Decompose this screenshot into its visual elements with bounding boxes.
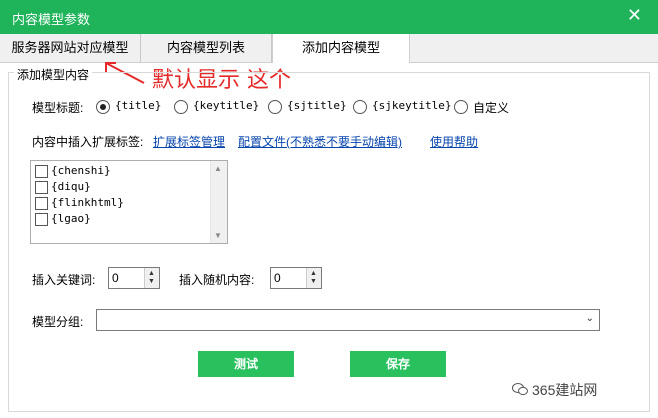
group-title: 添加模型内容	[14, 66, 93, 83]
keywords-label: 插入关键词:	[32, 273, 96, 287]
chevron-up-icon[interactable]: ▲	[148, 270, 155, 277]
save-button[interactable]: 保存	[350, 351, 446, 377]
test-button[interactable]: 测试	[198, 351, 294, 377]
model-group-label: 模型分组:	[32, 315, 84, 329]
keywords-value: 0	[112, 271, 119, 285]
chevron-up-icon[interactable]: ▲	[310, 270, 317, 277]
random-content-label: 插入随机内容:	[179, 273, 255, 287]
chevron-down-icon[interactable]: ▼	[310, 278, 317, 285]
random-content-value: 0	[274, 271, 281, 285]
watermark-text: 365建站网	[532, 382, 598, 398]
scroll-up-icon[interactable]: ▲	[214, 164, 222, 173]
window-title: 内容模型参数	[12, 12, 91, 27]
tag-listbox[interactable]: {chenshi} {diqu} {flinkhtml} {lgao} ▲ ▼	[30, 160, 228, 244]
random-content-stepper-buttons[interactable]: ▲ ▼	[306, 268, 321, 288]
tag-manage-link[interactable]: 扩展标签管理	[153, 133, 225, 150]
checkbox[interactable]	[35, 165, 48, 178]
config-file-link[interactable]: 配置文件(不熟悉不要手动编辑)	[238, 133, 402, 150]
radio-custom[interactable]	[454, 100, 468, 114]
radio-keytitle-label: {keytitle}	[193, 99, 260, 112]
chevron-down-icon[interactable]: ⌄	[586, 313, 594, 324]
tab-add-content-model[interactable]: 添加内容模型	[272, 34, 410, 63]
radio-title[interactable]	[96, 100, 110, 114]
checkbox[interactable]	[35, 181, 48, 194]
random-content-stepper[interactable]: 0 ▲ ▼	[270, 267, 322, 289]
chevron-down-icon[interactable]: ▼	[148, 278, 155, 285]
radio-sjkeytitle-label: {sjkeytitle}	[372, 99, 452, 112]
keywords-stepper-buttons[interactable]: ▲ ▼	[144, 268, 159, 288]
vertical-scrollbar[interactable]: ▲ ▼	[210, 161, 227, 243]
keywords-stepper[interactable]: 0 ▲ ▼	[108, 267, 160, 289]
radio-sjtitle[interactable]	[268, 100, 282, 114]
wechat-icon	[512, 383, 528, 396]
insert-tags-label: 内容中插入扩展标签:	[32, 135, 144, 149]
model-title-label: 模型标题:	[32, 101, 84, 115]
title-bar: 内容模型参数 ✕	[0, 0, 658, 34]
radio-custom-label: 自定义	[473, 101, 510, 115]
radio-keytitle[interactable]	[174, 100, 188, 114]
tab-bar: 服务器网站对应模型 内容模型列表 添加内容模型	[0, 34, 658, 63]
radio-title-label: {title}	[115, 99, 162, 112]
radio-sjtitle-label: {sjtitle}	[287, 99, 347, 112]
help-link[interactable]: 使用帮助	[430, 133, 478, 150]
checkbox[interactable]	[35, 197, 48, 210]
model-group-select[interactable]: ⌄	[96, 309, 600, 331]
tab-content-model-list[interactable]: 内容模型列表	[141, 34, 272, 62]
scroll-down-icon[interactable]: ▼	[214, 231, 222, 240]
close-icon[interactable]: ✕	[627, 6, 642, 24]
radio-sjkeytitle[interactable]	[353, 100, 367, 114]
checkbox[interactable]	[35, 213, 48, 226]
